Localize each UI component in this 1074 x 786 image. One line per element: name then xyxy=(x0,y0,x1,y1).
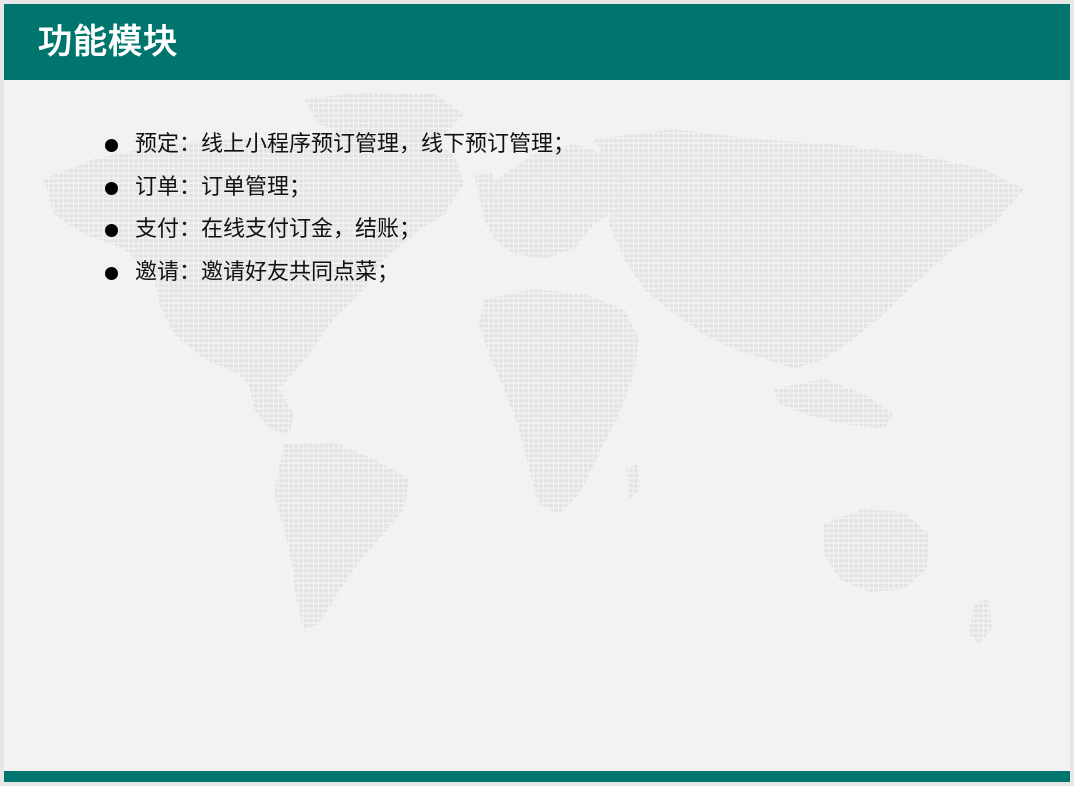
slide-title: 功能模块 xyxy=(38,22,178,62)
list-item: 邀请：邀请好友共同点菜； xyxy=(104,252,575,295)
list-item: 支付：在线支付订金，结账； xyxy=(104,209,575,252)
list-item-text: 邀请：邀请好友共同点菜； xyxy=(135,259,400,285)
list-item-text: 订单：订单管理； xyxy=(135,174,312,200)
list-item-text: 预定：线上小程序预订管理，线下预订管理； xyxy=(135,132,576,157)
bullet-dot-icon xyxy=(105,224,118,237)
title-bar: 功能模块 xyxy=(4,4,1070,80)
slide: 功能模块 预定：线上小程序预订管理，线下预订管理； 订单：订单管理； 支付：在线… xyxy=(4,4,1070,782)
bullet-dot-icon xyxy=(105,266,118,280)
bullet-dot-icon xyxy=(105,181,118,195)
feature-list: 预定：线上小程序预订管理，线下预订管理； 订单：订单管理； 支付：在线支付订金，… xyxy=(104,124,575,294)
list-item: 订单：订单管理； xyxy=(104,167,575,210)
list-item: 预定：线上小程序预订管理，线下预订管理； xyxy=(104,124,575,167)
list-item-text: 支付：在线支付订金，结账； xyxy=(135,217,422,242)
footer-bar xyxy=(4,771,1070,782)
bullet-dot-icon xyxy=(105,139,118,152)
